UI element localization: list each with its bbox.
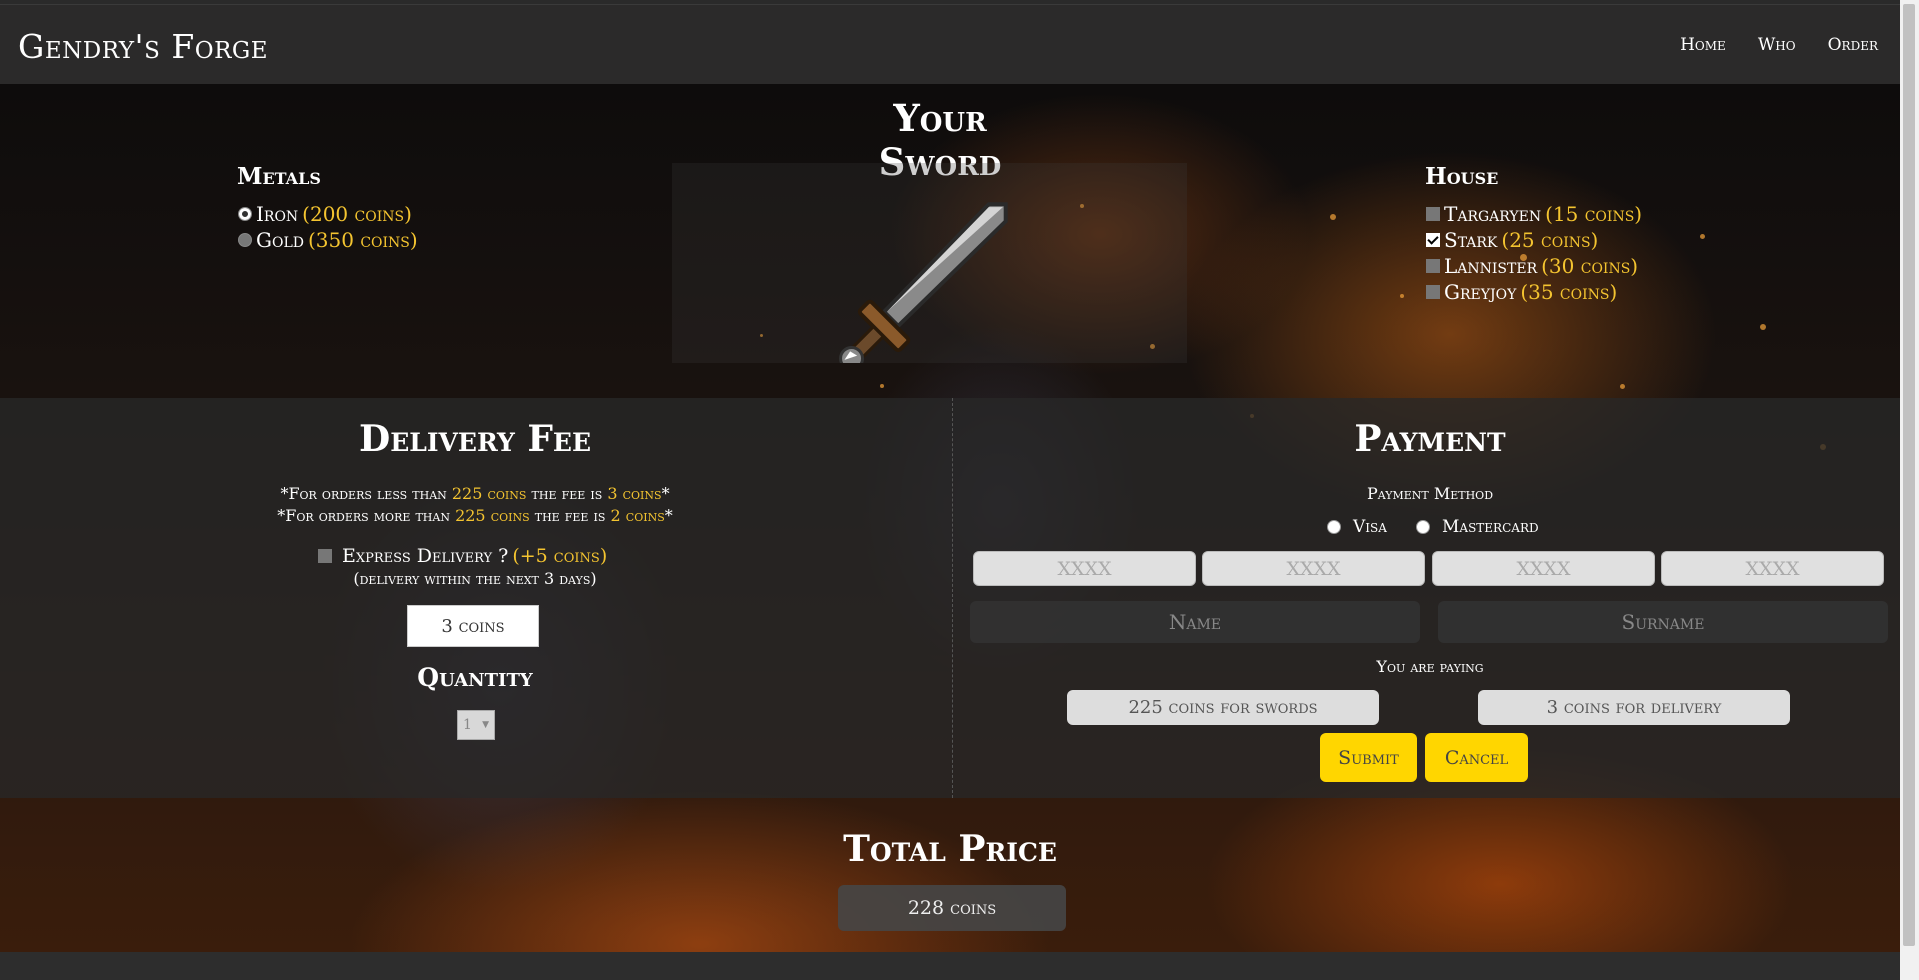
name-field[interactable]: Name [970,601,1420,643]
nav-link-who[interactable]: Who [1758,35,1796,55]
house-price: (30 coins) [1541,254,1639,278]
card-number-field-4[interactable]: XXXX [1661,551,1884,586]
house-title: House [1425,163,1499,190]
payment-title: Payment [1354,418,1506,460]
sword-icon [839,202,1008,371]
section-divider [952,398,953,798]
quantity-title: Quantity [417,663,533,692]
sword-preview [672,163,1187,371]
house-option-greyjoy[interactable]: Greyjoy (35 coins) [1426,280,1617,304]
mastercard-label: Mastercard [1442,517,1539,537]
payment-method-mastercard[interactable]: Mastercard [1416,517,1539,537]
submit-button[interactable]: Submit [1320,733,1417,782]
iron-radio[interactable] [238,207,252,221]
card-number-field-2[interactable]: XXXX [1202,551,1425,586]
express-delivery-option[interactable]: Express Delivery ? (+5 coins) [318,545,607,567]
metal-option-iron[interactable]: Iron (200 coins) [238,202,412,226]
house-name: Greyjoy [1444,280,1517,304]
house-option-lannister[interactable]: Lannister (30 coins) [1426,254,1638,278]
nav-link-home[interactable]: Home [1680,35,1726,55]
gold-radio[interactable] [238,233,252,247]
express-price: (+5 coins) [512,545,608,567]
house-option-stark[interactable]: Stark (25 coins) [1426,228,1598,252]
lannister-checkbox[interactable] [1426,259,1440,273]
total-price-title: Total Price [843,828,1057,870]
cancel-button[interactable]: Cancel [1425,733,1528,782]
payment-method-label: Payment Method [1366,484,1494,503]
order-details-band [0,398,1900,798]
metal-name: Iron [256,202,299,226]
metal-option-gold[interactable]: Gold (350 coins) [238,228,418,252]
paying-label: You are paying [1376,657,1484,676]
house-name: Stark [1444,228,1498,252]
metal-price: (200 coins) [302,202,412,226]
surname-field[interactable]: Surname [1438,601,1888,643]
delivery-title: Delivery Fee [358,418,592,460]
express-checkbox[interactable] [318,549,332,563]
metal-name: Gold [256,228,304,252]
vertical-scrollbar[interactable] [1900,0,1919,980]
top-navbar: Gendry's Forge Home Who Order [0,4,1900,84]
metal-price: (350 coins) [307,228,418,252]
greyjoy-checkbox[interactable] [1426,285,1440,299]
house-name: Lannister [1444,254,1538,278]
card-number-field-1[interactable]: XXXX [973,551,1196,586]
payment-method-visa[interactable]: Visa [1327,517,1387,537]
mastercard-radio[interactable] [1416,520,1430,534]
house-name: Targaryen [1444,202,1542,226]
quantity-select[interactable]: 1 ▼ [457,710,495,740]
card-number-field-3[interactable]: XXXX [1432,551,1655,586]
visa-label: Visa [1353,517,1387,537]
swords-cost-field: 225 coins for swords [1067,690,1379,725]
delivery-note-more: *For orders more than 225 coins the fee … [277,506,673,525]
stark-checkbox[interactable] [1426,233,1440,247]
chevron-down-icon: ▼ [482,720,489,730]
nav-link-order[interactable]: Order [1828,35,1878,55]
delivery-fee-value: 3 coins [407,605,539,647]
house-price: (35 coins) [1520,280,1618,304]
scrollbar-thumb[interactable] [1903,4,1915,946]
house-option-targaryen[interactable]: Targaryen (15 coins) [1426,202,1642,226]
page-footer-strip [0,952,1900,980]
house-price: (15 coins) [1545,202,1643,226]
targaryen-checkbox[interactable] [1426,207,1440,221]
metals-title: Metals [237,163,321,190]
brand-logo[interactable]: Gendry's Forge [18,27,268,66]
visa-radio[interactable] [1327,520,1341,534]
house-price: (25 coins) [1501,228,1599,252]
express-note: (delivery within the next 3 days) [353,569,597,588]
quantity-value: 1 [463,717,472,733]
delivery-cost-field: 3 coins for delivery [1478,690,1790,725]
nav-links: Home Who Order [1680,35,1878,55]
delivery-note-less: *For orders less than 225 coins the fee … [280,484,670,503]
total-price-value: 228 coins [838,885,1066,931]
express-label: Express Delivery ? [342,545,509,567]
